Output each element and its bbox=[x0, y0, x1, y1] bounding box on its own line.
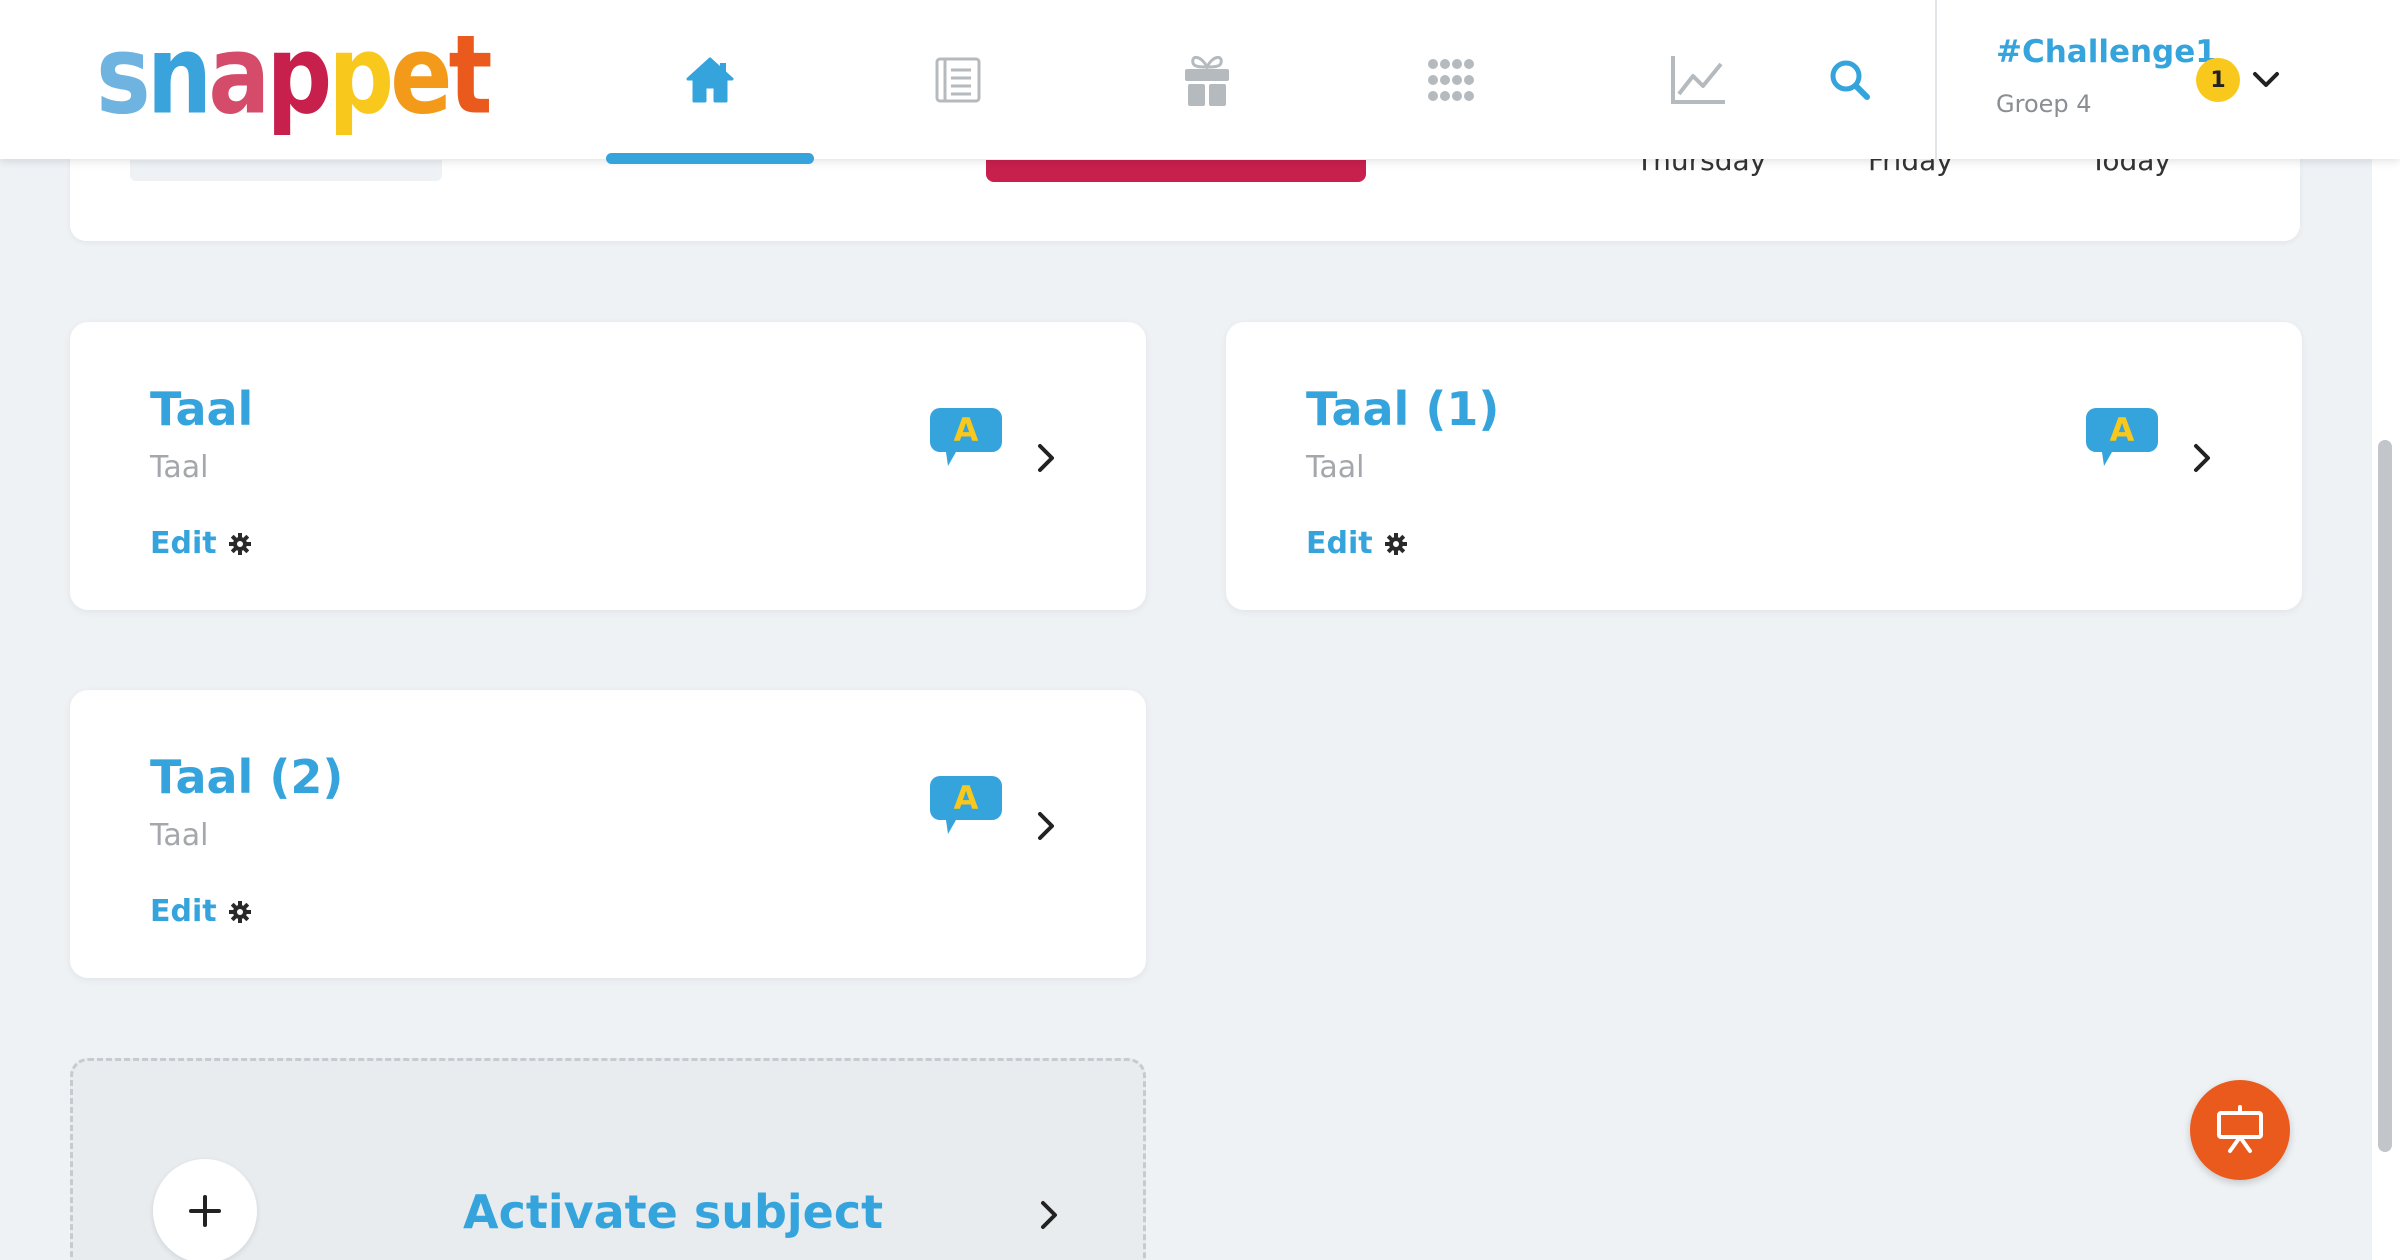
chevron-right-icon bbox=[1038, 812, 1054, 840]
nav-home[interactable] bbox=[670, 40, 750, 120]
nav-apps[interactable] bbox=[1411, 40, 1491, 120]
chevron-right-icon bbox=[1041, 1201, 1057, 1229]
edit-subject-link[interactable]: Edit bbox=[150, 526, 251, 561]
logo-letter: t bbox=[448, 12, 492, 139]
edit-label: Edit bbox=[150, 894, 217, 929]
group-dropdown-toggle[interactable] bbox=[2248, 64, 2284, 96]
open-subject-button[interactable] bbox=[2188, 438, 2216, 478]
level-letter: A bbox=[953, 779, 979, 817]
nav-active-indicator bbox=[606, 153, 814, 164]
plus-icon bbox=[189, 1195, 221, 1227]
logo-letter: n bbox=[146, 12, 212, 139]
notification-badge[interactable]: 1 bbox=[2196, 58, 2240, 102]
level-badge: A bbox=[930, 776, 1002, 838]
gift-icon bbox=[1185, 56, 1229, 106]
top-navigation: snappet #Challenge1 Groep 4 1 bbox=[0, 0, 2400, 159]
search-icon bbox=[1830, 60, 1870, 100]
activate-subject-label: Activate subject bbox=[463, 1185, 884, 1239]
subject-card[interactable]: Taal (1) Taal Edit A bbox=[1226, 322, 2302, 610]
subject-subtitle: Taal bbox=[1306, 450, 1365, 485]
overview-placeholder bbox=[130, 160, 442, 181]
subject-card[interactable]: Taal (2) Taal Edit A bbox=[70, 690, 1146, 978]
open-subject-button[interactable] bbox=[1032, 438, 1060, 478]
subject-title[interactable]: Taal (1) bbox=[1306, 382, 1499, 436]
nav-analytics[interactable] bbox=[1658, 40, 1738, 120]
level-letter: A bbox=[2109, 411, 2135, 449]
level-letter: A bbox=[953, 411, 979, 449]
open-subject-button[interactable] bbox=[1032, 806, 1060, 846]
logo-letter: a bbox=[208, 12, 270, 139]
notebook-icon bbox=[935, 57, 981, 103]
chevron-right-icon bbox=[2194, 444, 2210, 472]
level-badge: A bbox=[930, 408, 1002, 470]
nav-rewards[interactable] bbox=[1167, 40, 1247, 120]
chevron-right-icon bbox=[1038, 444, 1054, 472]
activate-subject-button[interactable]: Activate subject bbox=[70, 1058, 1146, 1260]
logo-letter: p bbox=[328, 12, 394, 139]
logo-letter: e bbox=[390, 12, 452, 139]
activate-arrow bbox=[1035, 1195, 1063, 1235]
subject-card[interactable]: Taal Taal Edit A bbox=[70, 322, 1146, 610]
subject-subtitle: Taal bbox=[150, 818, 209, 853]
subject-title[interactable]: Taal (2) bbox=[150, 750, 343, 804]
logo-letter: s bbox=[96, 12, 151, 139]
level-badge: A bbox=[2086, 408, 2158, 470]
chart-icon bbox=[1671, 56, 1725, 104]
add-button[interactable] bbox=[153, 1159, 257, 1260]
nav-lessons[interactable] bbox=[917, 40, 997, 120]
edit-subject-link[interactable]: Edit bbox=[150, 894, 251, 929]
group-name[interactable]: #Challenge1 bbox=[1996, 34, 2217, 70]
overview-progress-bar[interactable] bbox=[986, 160, 1366, 182]
gear-icon bbox=[228, 532, 251, 555]
home-icon bbox=[686, 57, 734, 103]
apps-grid-icon bbox=[1428, 59, 1474, 101]
presentation-mode-button[interactable] bbox=[2190, 1080, 2290, 1180]
edit-label: Edit bbox=[150, 526, 217, 561]
logo-letter: p bbox=[266, 12, 332, 139]
nav-search[interactable] bbox=[1810, 40, 1890, 120]
subject-title[interactable]: Taal bbox=[150, 382, 253, 436]
edit-label: Edit bbox=[1306, 526, 1373, 561]
gear-icon bbox=[228, 900, 251, 923]
group-subtitle: Groep 4 bbox=[1996, 90, 2092, 118]
presentation-board-icon bbox=[2217, 1105, 2263, 1153]
subject-subtitle: Taal bbox=[150, 450, 209, 485]
snappet-logo[interactable]: snappet bbox=[96, 21, 492, 130]
group-divider bbox=[1935, 0, 1937, 159]
chevron-down-icon bbox=[2253, 72, 2279, 87]
edit-subject-link[interactable]: Edit bbox=[1306, 526, 1407, 561]
scrollbar-thumb[interactable] bbox=[2378, 440, 2392, 1152]
gear-icon bbox=[1384, 532, 1407, 555]
